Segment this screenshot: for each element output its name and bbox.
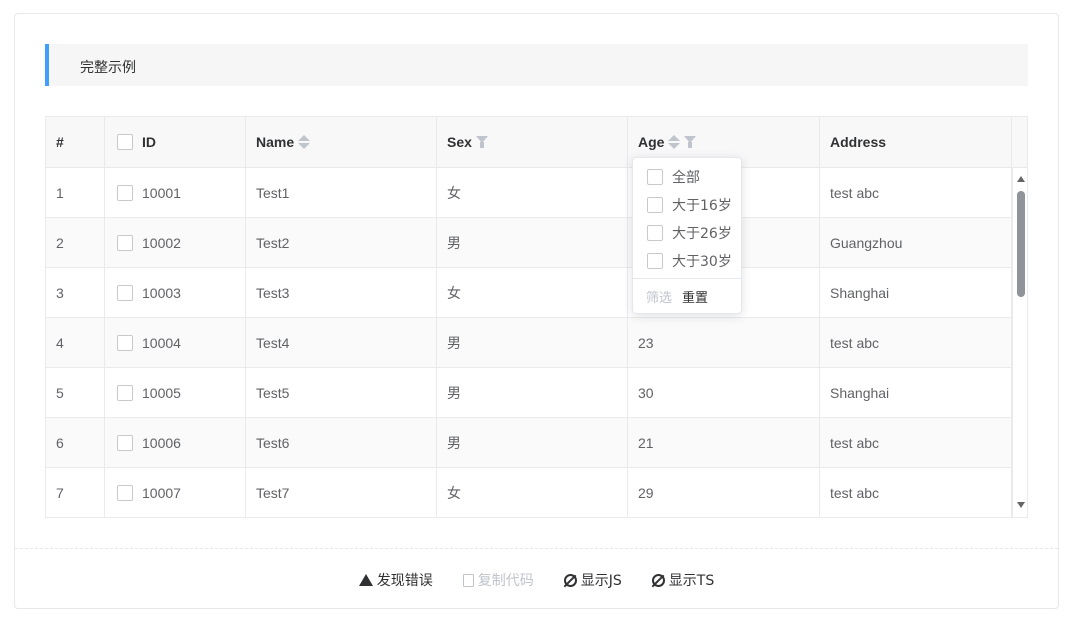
cell-address: Shanghai [820,268,1012,318]
table-row[interactable]: 2 10002 Test2 男 Guangzhou [46,218,1012,268]
row-checkbox[interactable] [117,485,133,501]
cell-age: 23 [628,318,820,368]
cell-name: Test5 [246,368,437,418]
copy-code-button[interactable]: 复制代码 [462,570,534,590]
column-header-name[interactable]: Name [246,117,437,167]
warning-icon [358,574,373,586]
cell-address: test abc [820,168,1012,218]
filter-icon[interactable] [684,135,697,149]
cell-id: 10003 [105,268,246,318]
cell-index: 4 [46,318,105,368]
row-checkbox[interactable] [117,435,133,451]
table-body: 1 10001 Test1 女 test abc 2 10002 Test2 男… [46,168,1012,517]
column-header-gutter [1012,117,1027,167]
table-row[interactable]: 5 10005 Test5 男 30 Shanghai [46,368,1012,418]
cell-age: 21 [628,418,820,468]
demo-footer: 发现错误 复制代码 显示JS 显示TS [15,570,1058,590]
filter-option-over-26[interactable]: 大于26岁 [647,222,732,244]
filter-checkbox[interactable] [647,197,663,213]
row-checkbox[interactable] [117,335,133,351]
filter-checkbox[interactable] [647,225,663,241]
row-checkbox[interactable] [117,385,133,401]
footer-divider [15,548,1058,549]
row-checkbox[interactable] [117,185,133,201]
cell-name: Test4 [246,318,437,368]
demo-card: 完整示例 # ID Name Sex Age Address 1 10001 T… [14,13,1059,609]
cell-sex: 男 [437,318,628,368]
scroll-up-icon[interactable] [1017,176,1025,182]
column-header-index: # [46,117,105,167]
section-title: 完整示例 [45,44,1028,86]
column-header-id: ID [105,117,246,167]
cell-index: 5 [46,368,105,418]
cell-name: Test2 [246,218,437,268]
cell-id: 10007 [105,468,246,517]
scroll-down-icon[interactable] [1017,502,1025,508]
show-js-button[interactable]: 显示JS [563,570,622,590]
table-header: # ID Name Sex Age Address [46,117,1027,168]
row-checkbox[interactable] [117,285,133,301]
cell-id: 10002 [105,218,246,268]
sort-icon[interactable] [668,135,681,149]
cell-address: Shanghai [820,368,1012,418]
table-row[interactable]: 7 10007 Test7 女 29 test abc [46,468,1012,517]
cell-sex: 男 [437,418,628,468]
cell-id: 10006 [105,418,246,468]
column-header-sex: Sex [437,117,628,167]
data-table: # ID Name Sex Age Address 1 10001 Test1 … [45,116,1028,518]
table-row[interactable]: 4 10004 Test4 男 23 test abc [46,318,1012,368]
eye-off-icon [563,573,577,587]
filter-icon[interactable] [475,135,488,149]
show-ts-button[interactable]: 显示TS [651,570,714,590]
cell-name: Test6 [246,418,437,468]
cell-id: 10004 [105,318,246,368]
cell-age: 30 [628,368,820,418]
table-row[interactable]: 6 10006 Test6 男 21 test abc [46,418,1012,468]
sort-icon[interactable] [298,135,311,149]
cell-age: 29 [628,468,820,517]
cell-sex: 女 [437,268,628,318]
vertical-scrollbar[interactable] [1012,168,1027,517]
cell-index: 2 [46,218,105,268]
section-title-text: 完整示例 [80,60,136,76]
age-filter-dropdown: 全部 大于16岁 大于26岁 大于30岁 筛选 重置 [632,157,742,314]
cell-address: test abc [820,468,1012,517]
filter-confirm-button[interactable]: 筛选 [646,287,672,306]
scrollbar-thumb[interactable] [1017,191,1025,297]
cell-index: 6 [46,418,105,468]
filter-reset-button[interactable]: 重置 [682,287,708,306]
column-header-address: Address [820,117,1012,167]
eye-off-icon [651,573,665,587]
table-row[interactable]: 1 10001 Test1 女 test abc [46,168,1012,218]
cell-index: 7 [46,468,105,517]
filter-option-over-30[interactable]: 大于30岁 [647,250,732,272]
filter-footer: 筛选 重置 [633,278,741,314]
filter-checkbox[interactable] [647,253,663,269]
cell-name: Test7 [246,468,437,517]
cell-sex: 女 [437,168,628,218]
cell-id: 10001 [105,168,246,218]
copy-icon [462,573,474,587]
report-error-button[interactable]: 发现错误 [358,570,433,590]
cell-sex: 男 [437,218,628,268]
select-all-checkbox[interactable] [117,134,133,150]
cell-name: Test3 [246,268,437,318]
cell-id: 10005 [105,368,246,418]
filter-checkbox[interactable] [647,169,663,185]
row-checkbox[interactable] [117,235,133,251]
cell-index: 1 [46,168,105,218]
cell-address: Guangzhou [820,218,1012,268]
cell-address: test abc [820,418,1012,468]
filter-option-all[interactable]: 全部 [647,166,700,188]
cell-address: test abc [820,318,1012,368]
cell-name: Test1 [246,168,437,218]
cell-index: 3 [46,268,105,318]
cell-sex: 男 [437,368,628,418]
table-row[interactable]: 3 10003 Test3 女 Shanghai [46,268,1012,318]
filter-option-over-16[interactable]: 大于16岁 [647,194,732,216]
cell-sex: 女 [437,468,628,517]
